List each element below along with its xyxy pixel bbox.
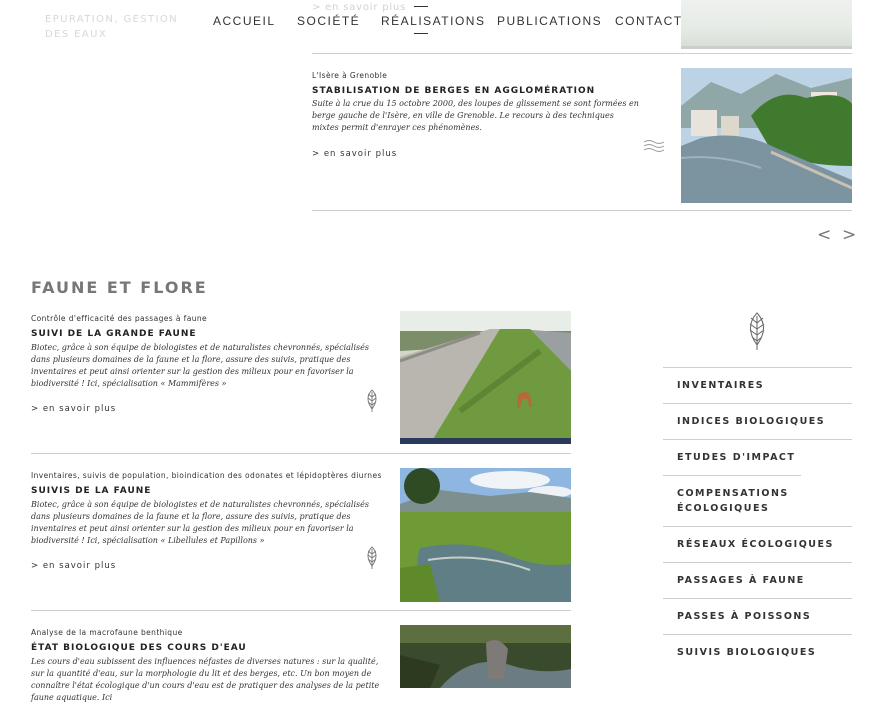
sidebar-menu: INVENTAIRES INDICES BIOLOGIQUES ETUDES D…: [663, 367, 852, 670]
next-arrow-button[interactable]: >: [842, 225, 856, 245]
leaf-icon: [364, 389, 380, 413]
article-category: Contrôle d'efficacité des passages à fau…: [31, 314, 208, 323]
nav-societe[interactable]: SOCIÉTÉ: [297, 14, 360, 28]
article-location: L'Isère à Grenoble: [312, 71, 388, 80]
article-image-pond[interactable]: [400, 468, 571, 602]
article-category: Inventaires, suivis de population, bioin…: [31, 471, 382, 480]
main-nav: ACCUEIL SOCIÉTÉ RÉALISATIONS PUBLICATION…: [0, 0, 879, 44]
nav-realisations[interactable]: RÉALISATIONS: [381, 14, 485, 28]
article-image-deer[interactable]: [400, 311, 571, 444]
nav-accueil[interactable]: ACCUEIL: [213, 14, 276, 28]
sidebar-item-etudes-impact[interactable]: ETUDES D'IMPACT: [663, 439, 852, 475]
more-link[interactable]: > en savoir plus: [31, 404, 116, 414]
separator: [312, 210, 852, 211]
separator: [31, 610, 571, 611]
sidebar-item-reseaux[interactable]: RÉSEAUX ÉCOLOGIQUES: [663, 526, 852, 562]
article-description: Biotec, grâce à son équipe de biologiste…: [31, 343, 369, 388]
sidebar-item-compensations[interactable]: COMPENSATIONS ÉCOLOGIQUES: [663, 475, 801, 526]
article-image-isere[interactable]: [681, 68, 852, 203]
sidebar-item-passes-poissons[interactable]: PASSES À POISSONS: [663, 598, 852, 634]
nav-active-indicator-top: [414, 6, 428, 7]
water-wave-icon: [643, 139, 665, 153]
prev-arrow-button[interactable]: <: [817, 225, 831, 245]
nav-publications[interactable]: PUBLICATIONS: [497, 14, 602, 28]
article-title[interactable]: SUIVIS DE LA FAUNE: [31, 486, 151, 496]
more-link[interactable]: > en savoir plus: [312, 149, 397, 159]
article-description: Biotec, grâce à son équipe de biologiste…: [31, 500, 369, 545]
sidebar-item-suivis-biologiques[interactable]: SUIVIS BIOLOGIQUES: [663, 634, 852, 670]
article-title[interactable]: ÉTAT BIOLOGIQUE DES COURS D'EAU: [31, 643, 247, 653]
more-link[interactable]: > en savoir plus: [31, 561, 116, 571]
nav-contact[interactable]: CONTACT: [615, 14, 683, 28]
article-title[interactable]: STABILISATION DE BERGES EN AGGLOMÉRATION: [312, 86, 595, 96]
nav-active-indicator-bottom: [414, 33, 428, 34]
article-description: Les cours d'eau subissent des influences…: [31, 657, 380, 702]
article-title[interactable]: SUIVI DE LA GRANDE FAUNE: [31, 329, 197, 339]
section-title: FAUNE ET FLORE: [31, 278, 208, 297]
separator: [31, 453, 571, 454]
article-description: Suite à la crue du 15 octobre 2000, des …: [312, 99, 639, 132]
leaf-icon: [364, 546, 380, 570]
article-image-stream[interactable]: [400, 625, 571, 688]
sidebar-item-passages-faune[interactable]: PASSAGES À FAUNE: [663, 562, 852, 598]
separator: [312, 53, 852, 54]
article-category: Analyse de la macrofaune benthique: [31, 628, 183, 637]
sidebar-item-indices-biologiques[interactable]: INDICES BIOLOGIQUES: [663, 403, 852, 439]
sidebar-item-inventaires[interactable]: INVENTAIRES: [663, 367, 852, 403]
leaf-icon: [744, 311, 770, 351]
